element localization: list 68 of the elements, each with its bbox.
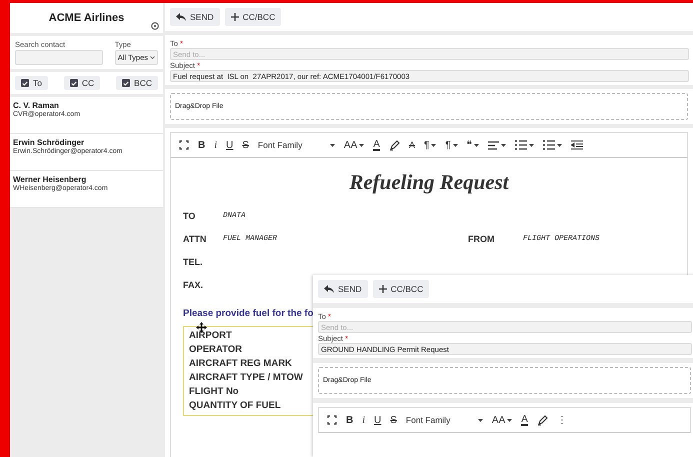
header-label: ATTN bbox=[183, 234, 208, 244]
italic-button[interactable]: i bbox=[362, 414, 366, 426]
cc-bcc-button[interactable]: CC/BCC bbox=[224, 8, 282, 26]
font-family-dropdown[interactable]: Font Family bbox=[406, 415, 476, 425]
align-icon[interactable] bbox=[488, 140, 499, 150]
caret-icon[interactable] bbox=[330, 144, 335, 146]
settings-icon[interactable] bbox=[151, 22, 159, 30]
size-button[interactable]: AA bbox=[492, 414, 506, 426]
caret-icon[interactable] bbox=[452, 144, 458, 146]
document-title: Refueling Request bbox=[348, 170, 510, 195]
strike-button[interactable]: S bbox=[390, 414, 397, 426]
fullscreen-icon[interactable] bbox=[327, 415, 337, 425]
bold-button[interactable]: B bbox=[198, 140, 206, 150]
italic-button[interactable]: i bbox=[214, 140, 218, 150]
move-handle-icon[interactable] bbox=[196, 322, 207, 333]
header-label: TO bbox=[183, 211, 196, 221]
caret-icon[interactable] bbox=[507, 418, 512, 422]
caret-icon[interactable] bbox=[474, 144, 479, 146]
recipient-toggle[interactable]: BCC bbox=[116, 76, 158, 90]
caret-icon[interactable] bbox=[478, 418, 483, 422]
intro-text: Please provide fuel for the fo bbox=[183, 308, 314, 319]
checkbox[interactable] bbox=[122, 79, 130, 87]
caret-icon bbox=[150, 56, 155, 59]
app-title: ACME Airlines bbox=[48, 12, 124, 24]
reply-arrow-icon bbox=[176, 13, 186, 21]
underline-button[interactable]: U bbox=[226, 140, 234, 150]
checkbox[interactable] bbox=[70, 79, 78, 87]
contact-name: Werner Heisenberg bbox=[13, 175, 88, 184]
header-label: FAX. bbox=[183, 280, 204, 290]
clear-format-button[interactable]: A bbox=[408, 140, 415, 150]
cc-bcc-button[interactable]: CC/BCC bbox=[372, 280, 430, 298]
caret-icon[interactable] bbox=[528, 144, 534, 146]
paragraph-button[interactable]: ¶ bbox=[424, 140, 430, 150]
text-color-button[interactable]: A bbox=[521, 414, 528, 426]
send-button[interactable]: SEND bbox=[318, 280, 368, 298]
font-family-dropdown[interactable]: Font Family bbox=[258, 140, 328, 150]
field-label: FLIGHT No bbox=[189, 386, 240, 397]
highlighter-icon[interactable] bbox=[388, 140, 400, 150]
bullet-list-icon[interactable] bbox=[542, 140, 555, 150]
caret-icon[interactable] bbox=[500, 144, 506, 146]
paragraph-button[interactable]: ❝ bbox=[466, 139, 472, 151]
indent-icon[interactable] bbox=[570, 140, 583, 150]
checkbox[interactable] bbox=[21, 79, 29, 87]
more-button[interactable]: ⋮ bbox=[556, 414, 567, 426]
contact-name: C. V. Raman bbox=[13, 101, 60, 110]
bold-button[interactable]: B bbox=[346, 414, 354, 426]
caret-icon[interactable] bbox=[431, 144, 436, 146]
send-button[interactable]: SEND bbox=[170, 8, 220, 26]
text-color-button[interactable]: A bbox=[373, 140, 380, 150]
header-label: TEL. bbox=[183, 257, 204, 267]
search-field[interactable] bbox=[15, 50, 103, 65]
plus-icon bbox=[378, 285, 387, 293]
field-label: QUANTITY OF FUEL bbox=[189, 400, 282, 411]
strike-button[interactable]: S bbox=[242, 140, 249, 150]
caret-icon[interactable] bbox=[556, 144, 562, 146]
recipient-toggle[interactable]: To bbox=[15, 76, 48, 90]
plus-icon bbox=[230, 13, 239, 21]
header-label: FROM bbox=[468, 234, 494, 244]
caret-icon[interactable] bbox=[359, 144, 364, 146]
underline-button[interactable]: U bbox=[374, 414, 382, 426]
paragraph-button[interactable]: ¶ bbox=[445, 140, 451, 150]
highlighter-icon[interactable] bbox=[536, 414, 548, 426]
reply-arrow-icon bbox=[324, 285, 334, 293]
recipient-toggle[interactable]: CC bbox=[64, 76, 100, 90]
size-button[interactable]: AA bbox=[344, 140, 358, 150]
fullscreen-icon[interactable] bbox=[179, 140, 189, 150]
field-label: AIRCRAFT REG MARK bbox=[189, 358, 293, 369]
contact-name: Erwin Schrödinger bbox=[13, 138, 86, 147]
